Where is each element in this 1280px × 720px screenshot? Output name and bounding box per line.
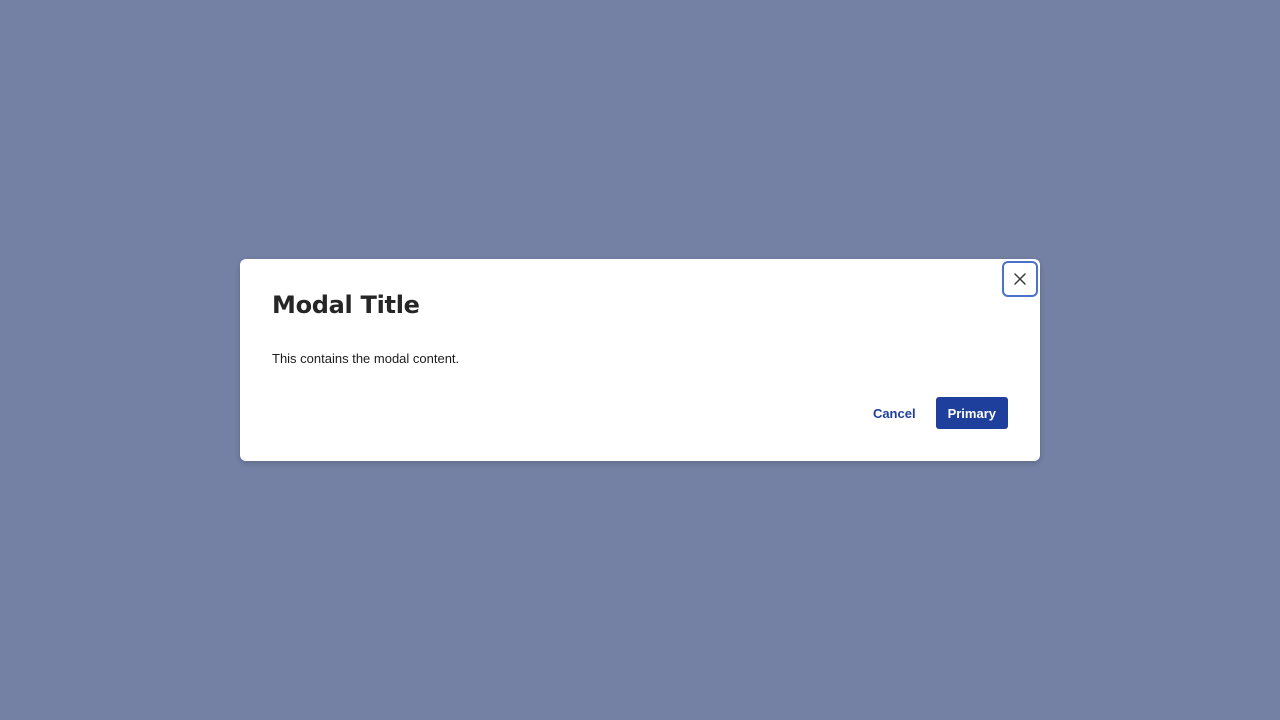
close-icon: [1014, 273, 1026, 285]
close-button[interactable]: [1002, 261, 1038, 297]
modal-footer: Cancel Primary: [873, 397, 1008, 429]
primary-button[interactable]: Primary: [935, 397, 1008, 429]
modal-content: This contains the modal content.: [272, 351, 460, 366]
modal-dialog: Modal Title This contains the modal cont…: [240, 259, 1040, 461]
cancel-button[interactable]: Cancel: [873, 397, 916, 429]
modal-title: Modal Title: [272, 291, 420, 319]
